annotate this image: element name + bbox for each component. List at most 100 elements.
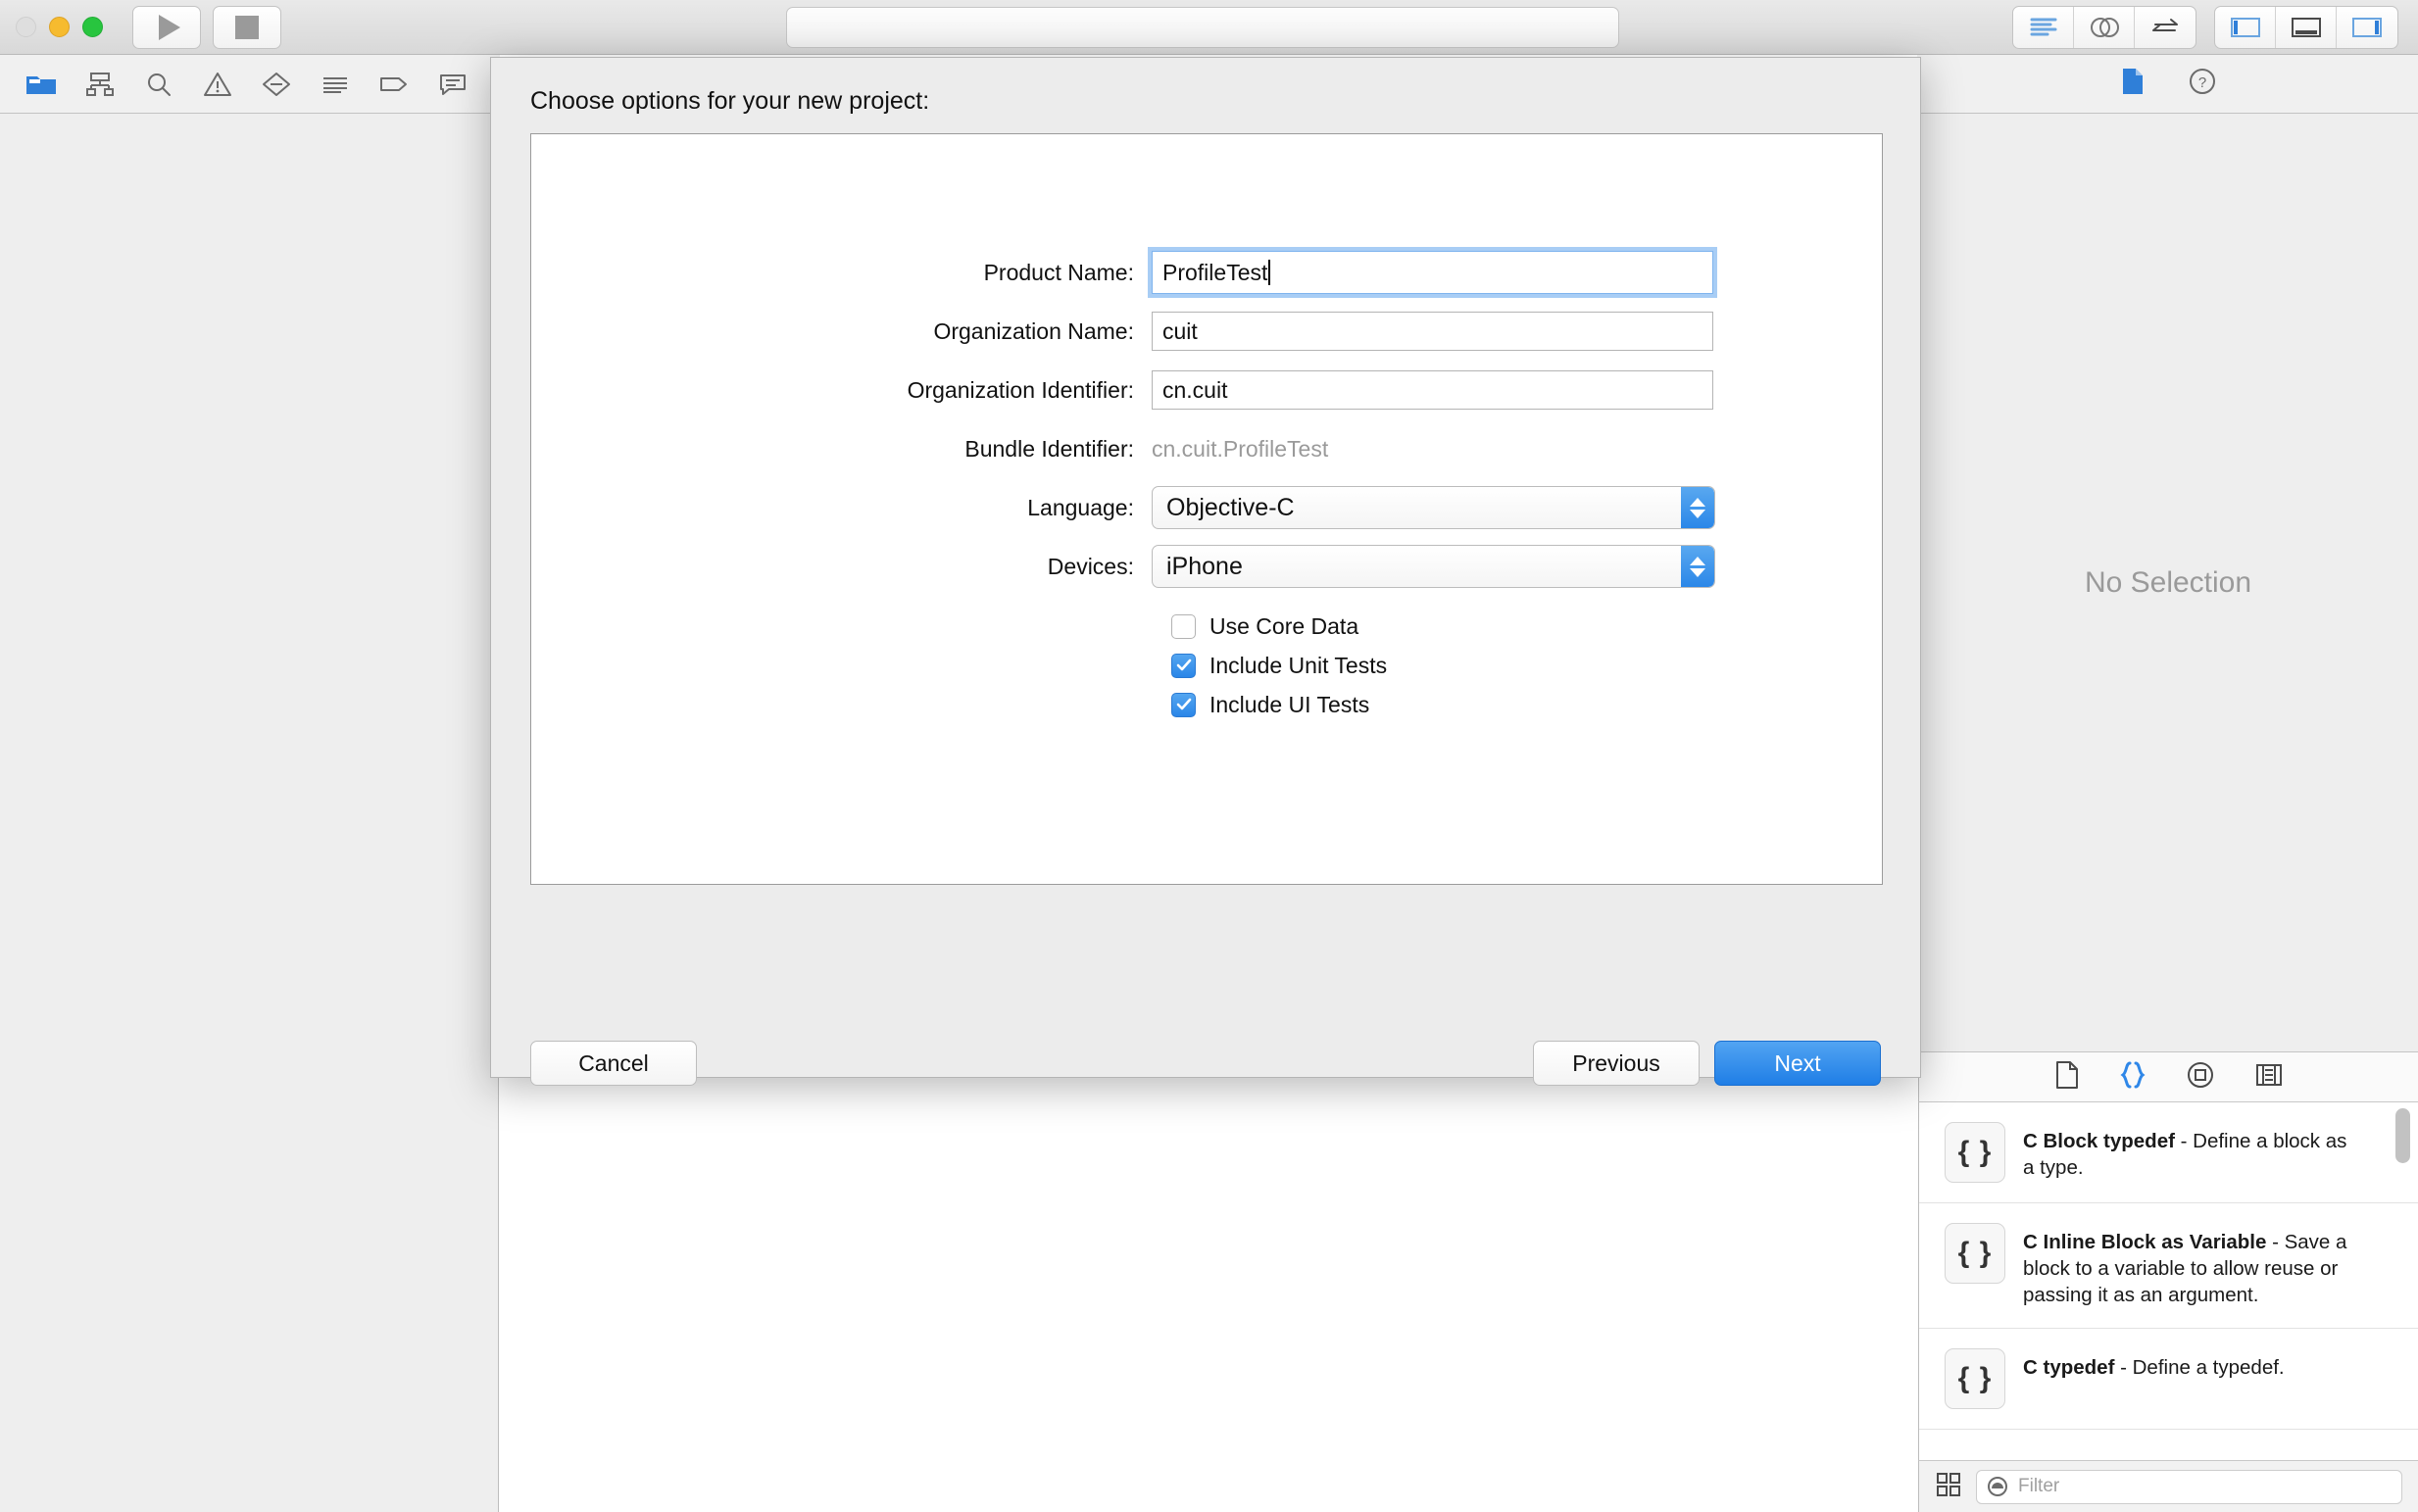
include-unit-tests-row[interactable]: Include Unit Tests — [1171, 646, 1884, 685]
include-unit-tests-checkbox[interactable] — [1171, 653, 1196, 678]
product-name-value: ProfileTest — [1162, 259, 1268, 285]
organization-name-input[interactable]: cuit — [1152, 312, 1713, 351]
list-item[interactable]: { } C typedef - Define a typedef. — [1919, 1329, 2418, 1431]
grid-view-icon[interactable] — [1935, 1471, 1962, 1503]
toolbar-right-group — [2012, 6, 2398, 49]
scrollbar-thumb[interactable] — [2395, 1108, 2410, 1163]
cancel-button[interactable]: Cancel — [530, 1041, 697, 1086]
product-name-row: Product Name: ProfileTest — [531, 247, 1884, 298]
include-ui-tests-checkbox[interactable] — [1171, 692, 1196, 717]
options-checkbox-group: Use Core Data Include Unit Tests Include… — [1171, 607, 1884, 724]
file-inspector-tab[interactable] — [2119, 66, 2147, 102]
traffic-lights — [16, 17, 103, 37]
snippet-dash: - — [2266, 1231, 2285, 1253]
list-item[interactable]: { } C Block typedef - Define a block as … — [1919, 1102, 2418, 1203]
devices-value: iPhone — [1166, 552, 1243, 580]
xcode-window: ? No Selection {} C Block typedef - Def… — [0, 0, 2418, 1512]
snippet-desc: Define a typedef. — [2132, 1356, 2285, 1380]
report-navigator-tab[interactable] — [423, 71, 482, 98]
test-navigator-tab[interactable] — [247, 71, 306, 98]
previous-button[interactable]: Previous — [1533, 1041, 1700, 1086]
editor-mode-segmented-control[interactable] — [2012, 6, 2196, 49]
product-name-label: Product Name: — [983, 259, 1134, 285]
next-button[interactable]: Next — [1714, 1041, 1881, 1086]
navigator-selector-bar[interactable] — [0, 55, 500, 114]
bundle-identifier-value: cn.cuit.ProfileTest — [1152, 435, 1329, 462]
view-toggle-segmented-control[interactable] — [2214, 6, 2398, 49]
debug-navigator-tab[interactable] — [306, 71, 365, 98]
find-navigator-tab[interactable] — [129, 71, 188, 98]
object-library-tab[interactable] — [2186, 1060, 2215, 1095]
use-core-data-label: Use Core Data — [1209, 612, 1359, 639]
utility-area: No Selection — [1917, 114, 2418, 1051]
run-button[interactable] — [132, 5, 201, 49]
devices-label: Devices: — [1047, 553, 1134, 579]
snippet-dash: - — [2174, 1130, 2194, 1152]
new-project-options-dialog: Choose options for your new project: Pro… — [490, 57, 1921, 1086]
organization-identifier-label: Organization Identifier: — [907, 376, 1134, 403]
snippet-list[interactable]: { } C Block typedef - Define a block as … — [1918, 1102, 2418, 1460]
media-library-tab[interactable] — [2254, 1061, 2284, 1094]
devices-select[interactable]: iPhone — [1152, 545, 1715, 588]
file-template-library-tab[interactable] — [2054, 1060, 2080, 1095]
project-navigator-tab[interactable] — [12, 71, 71, 98]
filter-placeholder: Filter — [2018, 1476, 2060, 1496]
language-select[interactable]: Objective-C — [1152, 486, 1715, 529]
list-item[interactable]: { } C Inline Block as Variable - Save a … — [1919, 1203, 2418, 1330]
debug-area-toggle-button[interactable] — [2276, 7, 2337, 48]
language-row: Language: Objective-C — [531, 486, 1884, 529]
project-navigator-body[interactable] — [0, 114, 499, 1512]
project-options-form: Product Name: ProfileTest Organization N… — [531, 134, 1884, 724]
assistant-editor-button[interactable] — [2074, 7, 2135, 48]
product-name-input[interactable]: ProfileTest — [1148, 247, 1717, 298]
symbol-navigator-tab[interactable] — [71, 71, 129, 98]
issue-navigator-tab[interactable] — [188, 71, 247, 98]
zoom-button[interactable] — [82, 17, 103, 37]
use-core-data-row[interactable]: Use Core Data — [1171, 607, 1884, 646]
snippet-description: C Block typedef - Define a block as a ty… — [2023, 1122, 2356, 1181]
text-caret — [1268, 260, 1271, 285]
library-selector-bar[interactable] — [1918, 1051, 2418, 1102]
window-titlebar — [0, 0, 2418, 55]
organization-name-row: Organization Name: cuit — [531, 312, 1884, 351]
navigator-toggle-button[interactable] — [2215, 7, 2276, 48]
close-button[interactable] — [16, 17, 36, 37]
code-snippet-library-tab[interactable] — [2119, 1060, 2147, 1095]
activity-view — [786, 7, 1619, 48]
library-filter-bar[interactable]: Filter — [1918, 1460, 2418, 1512]
filter-input[interactable]: Filter — [1976, 1469, 2402, 1504]
version-editor-button[interactable] — [2135, 7, 2196, 48]
breakpoint-navigator-tab[interactable] — [365, 71, 423, 98]
snippet-title: C Inline Block as Variable — [2023, 1231, 2267, 1253]
devices-stepper-icon[interactable] — [1681, 546, 1714, 587]
organization-identifier-input[interactable]: cn.cuit — [1152, 370, 1713, 410]
include-ui-tests-label: Include UI Tests — [1209, 691, 1370, 717]
checkmark-icon — [1176, 698, 1191, 710]
organization-identifier-value: cn.cuit — [1162, 376, 1228, 403]
language-stepper-icon[interactable] — [1681, 487, 1714, 528]
standard-editor-button[interactable] — [2013, 7, 2074, 48]
library-scrollbar[interactable] — [2393, 1108, 2412, 1453]
snippet-description: C Inline Block as Variable - Save a bloc… — [2023, 1223, 2356, 1308]
utilities-toggle-button[interactable] — [2337, 7, 2397, 48]
bundle-identifier-label: Bundle Identifier: — [964, 435, 1134, 462]
snippet-title: C typedef — [2023, 1356, 2115, 1380]
play-icon — [158, 14, 180, 40]
minimize-button[interactable] — [49, 17, 70, 37]
quick-help-inspector-tab[interactable]: ? — [2188, 67, 2217, 101]
no-selection-label: No Selection — [2084, 565, 2252, 599]
language-value: Objective-C — [1166, 493, 1295, 521]
language-label: Language: — [1027, 494, 1134, 520]
braces-icon: { } — [1945, 1348, 2005, 1410]
include-ui-tests-row[interactable]: Include UI Tests — [1171, 685, 1884, 724]
braces-icon: { } — [1945, 1122, 2005, 1183]
use-core-data-checkbox[interactable] — [1171, 613, 1196, 639]
svg-text:?: ? — [2197, 74, 2205, 91]
organization-name-label: Organization Name: — [933, 317, 1134, 344]
stop-button[interactable] — [213, 5, 281, 49]
organization-identifier-row: Organization Identifier: cn.cuit — [531, 370, 1884, 410]
inspector-selector-bar[interactable]: ? — [1917, 55, 2418, 114]
stop-icon — [235, 15, 259, 39]
braces-icon: { } — [1945, 1223, 2005, 1284]
filter-icon — [1988, 1477, 2007, 1496]
